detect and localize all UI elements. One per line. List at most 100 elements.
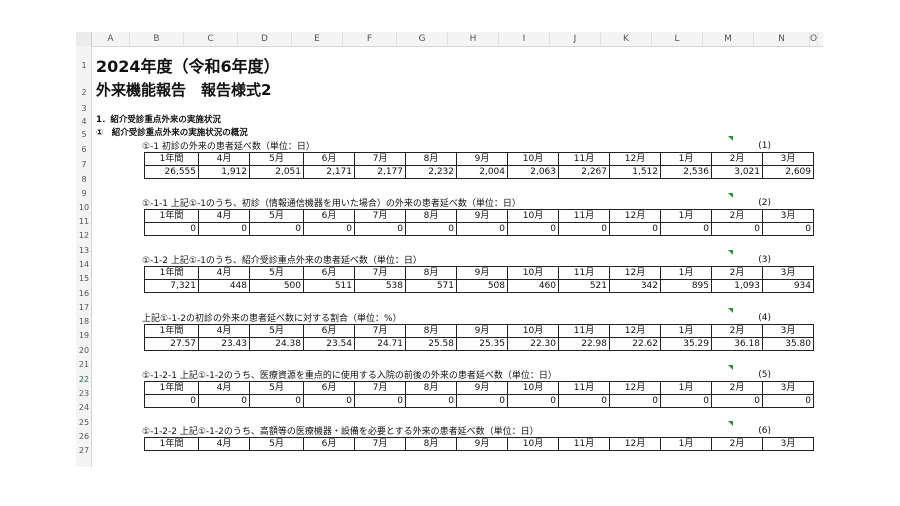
value-cell[interactable]: 1,912: [198, 165, 250, 179]
column-header-G[interactable]: G: [397, 32, 448, 46]
month-header-cell[interactable]: 6月: [303, 437, 355, 451]
value-cell[interactable]: 27.57: [144, 337, 199, 351]
value-cell[interactable]: 0: [711, 394, 763, 408]
spreadsheet-grid[interactable]: ABCDEFGHIJKLMNO 1 2 3 4 5 6 7 8 9 10 11 12 13 14 15 16 1…: [76, 32, 823, 467]
cell-comment-indicator-icon[interactable]: [728, 136, 733, 141]
value-cell[interactable]: 508: [456, 279, 508, 293]
month-header-cell[interactable]: 2月: [711, 209, 763, 223]
month-header-cell[interactable]: 7月: [354, 381, 406, 395]
column-header-A[interactable]: A: [92, 32, 130, 46]
column-header-L[interactable]: L: [652, 32, 703, 46]
value-cell[interactable]: 36.18: [711, 337, 763, 351]
value-cell[interactable]: 0: [303, 222, 355, 236]
month-header-cell[interactable]: 2月: [711, 437, 763, 451]
value-cell[interactable]: 23.54: [303, 337, 355, 351]
month-header-cell[interactable]: 10月: [507, 152, 559, 166]
month-header-cell[interactable]: 4月: [198, 324, 250, 338]
month-header-cell[interactable]: 9月: [456, 437, 508, 451]
month-header-cell[interactable]: 5月: [249, 152, 304, 166]
value-cell[interactable]: 0: [354, 222, 406, 236]
value-cell[interactable]: 0: [198, 222, 250, 236]
column-header-H[interactable]: H: [448, 32, 499, 46]
month-header-cell[interactable]: 12月: [609, 209, 661, 223]
value-cell[interactable]: 0: [456, 222, 508, 236]
value-cell[interactable]: 0: [144, 394, 199, 408]
value-cell[interactable]: 0: [660, 394, 712, 408]
value-cell[interactable]: 7,321: [144, 279, 199, 293]
value-cell[interactable]: 0: [249, 222, 304, 236]
month-header-cell[interactable]: 1月: [660, 152, 712, 166]
value-cell[interactable]: 571: [405, 279, 457, 293]
month-header-cell[interactable]: 12月: [609, 324, 661, 338]
month-header-cell[interactable]: 6月: [303, 266, 355, 280]
value-cell[interactable]: 22.98: [558, 337, 610, 351]
month-header-cell[interactable]: 3月: [762, 324, 814, 338]
month-header-cell[interactable]: 10月: [507, 266, 559, 280]
value-cell[interactable]: 22.30: [507, 337, 559, 351]
value-cell[interactable]: 26,555: [144, 165, 199, 179]
value-cell[interactable]: 0: [354, 394, 406, 408]
column-header-N[interactable]: N: [754, 32, 810, 46]
value-cell[interactable]: 0: [609, 394, 661, 408]
column-header-K[interactable]: K: [601, 32, 652, 46]
value-cell[interactable]: 460: [507, 279, 559, 293]
value-cell[interactable]: 0: [249, 394, 304, 408]
value-cell[interactable]: 448: [198, 279, 250, 293]
month-header-cell[interactable]: 7月: [354, 266, 406, 280]
column-header-B[interactable]: B: [130, 32, 184, 46]
value-cell[interactable]: 0: [762, 222, 814, 236]
column-header-M[interactable]: M: [703, 32, 754, 46]
month-header-cell[interactable]: 8月: [405, 266, 457, 280]
month-header-cell[interactable]: 8月: [405, 324, 457, 338]
cell-comment-indicator-icon[interactable]: [728, 308, 733, 313]
month-header-cell[interactable]: 10月: [507, 209, 559, 223]
row-header-15[interactable]: 15: [76, 274, 92, 283]
row-header-22[interactable]: 22: [76, 375, 92, 384]
month-header-cell[interactable]: 3月: [762, 152, 814, 166]
row-header-7[interactable]: 7: [76, 160, 92, 169]
row-header-16[interactable]: 16: [76, 289, 92, 298]
month-header-cell[interactable]: 12月: [609, 381, 661, 395]
month-header-cell[interactable]: 8月: [405, 209, 457, 223]
month-header-cell[interactable]: 5月: [249, 437, 304, 451]
month-header-cell[interactable]: 3月: [762, 209, 814, 223]
month-header-cell[interactable]: 6月: [303, 209, 355, 223]
value-cell[interactable]: 25.35: [456, 337, 508, 351]
month-header-cell[interactable]: 8月: [405, 437, 457, 451]
value-cell[interactable]: 895: [660, 279, 712, 293]
value-cell[interactable]: 521: [558, 279, 610, 293]
value-cell[interactable]: 511: [303, 279, 355, 293]
row-header-14[interactable]: 14: [76, 260, 92, 269]
month-header-cell[interactable]: 4月: [198, 381, 250, 395]
value-cell[interactable]: 538: [354, 279, 406, 293]
value-cell[interactable]: 0: [558, 222, 610, 236]
value-cell[interactable]: 0: [198, 394, 250, 408]
row-header-23[interactable]: 23: [76, 389, 92, 398]
month-header-cell[interactable]: 2月: [711, 381, 763, 395]
column-header-O[interactable]: O: [810, 32, 819, 46]
row-header-18[interactable]: 18: [76, 317, 92, 326]
row-header-24[interactable]: 24: [76, 403, 92, 412]
row-header-2[interactable]: 2: [76, 88, 92, 97]
month-header-cell[interactable]: 1月: [660, 209, 712, 223]
row-header-3[interactable]: 3: [76, 104, 92, 113]
column-header-I[interactable]: I: [499, 32, 550, 46]
row-header-20[interactable]: 20: [76, 346, 92, 355]
month-header-cell[interactable]: 12月: [609, 152, 661, 166]
month-header-cell[interactable]: 1年間: [144, 381, 199, 395]
select-all-corner[interactable]: [76, 32, 92, 46]
month-header-cell[interactable]: 3月: [762, 381, 814, 395]
value-cell[interactable]: 0: [405, 394, 457, 408]
value-cell[interactable]: 0: [660, 222, 712, 236]
month-header-cell[interactable]: 1年間: [144, 152, 199, 166]
cell-comment-indicator-icon[interactable]: [728, 421, 733, 426]
value-cell[interactable]: 0: [144, 222, 199, 236]
value-cell[interactable]: 2,536: [660, 165, 712, 179]
value-cell[interactable]: 934: [762, 279, 814, 293]
month-header-cell[interactable]: 9月: [456, 152, 508, 166]
row-header-1[interactable]: 1: [76, 61, 92, 70]
value-cell[interactable]: 2,004: [456, 165, 508, 179]
month-header-cell[interactable]: 9月: [456, 266, 508, 280]
month-header-cell[interactable]: 8月: [405, 381, 457, 395]
row-header-11[interactable]: 11: [76, 217, 92, 226]
